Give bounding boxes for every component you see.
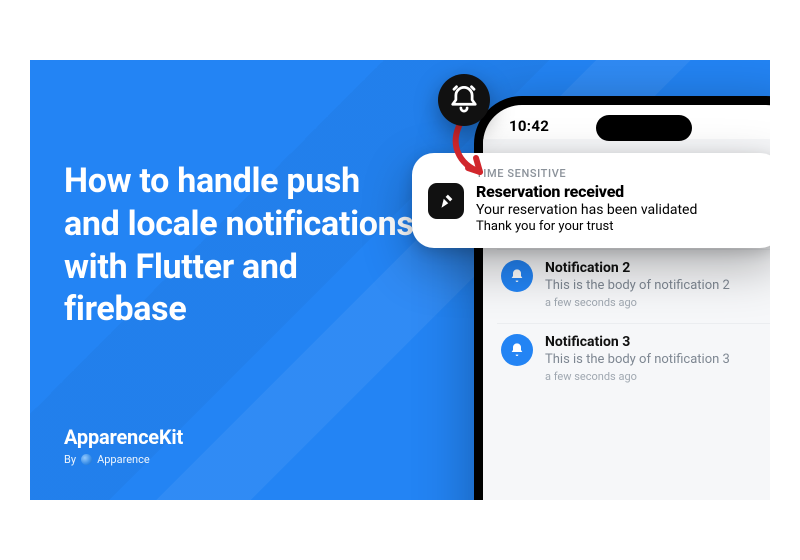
list-item[interactable]: Notification 3 This is the body of notif… — [497, 323, 770, 397]
notification-title: Notification 3 — [545, 334, 770, 350]
toast-footer: Thank you for your trust — [476, 219, 764, 234]
list-item[interactable]: Notification 2 This is the body of notif… — [497, 249, 770, 323]
toast-body: Your reservation has been validated — [476, 202, 764, 218]
notification-time: a few seconds ago — [545, 296, 770, 309]
brand-name: ApparenceKit — [64, 425, 183, 449]
toast-content: TIME SENSITIVE Reservation received Your… — [476, 167, 764, 234]
notification-time: a few seconds ago — [545, 370, 770, 383]
status-time: 10:42 — [509, 117, 549, 135]
push-notification-toast[interactable]: TIME SENSITIVE Reservation received Your… — [412, 153, 770, 248]
byline-prefix: By — [64, 453, 76, 466]
notification-body: This is the body of notification 2 — [545, 278, 770, 293]
bell-icon — [449, 83, 479, 117]
dynamic-island — [596, 115, 692, 141]
brand-logo-icon — [81, 454, 92, 465]
notification-app-icon — [501, 334, 533, 366]
notification-body: This is the body of notification 3 — [545, 352, 770, 367]
notification-title: Notification 2 — [545, 260, 770, 276]
toast-app-icon — [428, 183, 464, 219]
byline-name: Apparence — [97, 453, 150, 466]
bell-badge — [438, 74, 490, 126]
brand-block: ApparenceKit By Apparence — [64, 425, 183, 466]
toast-category: TIME SENSITIVE — [476, 167, 764, 180]
page-title: How to handle push and locale notificati… — [64, 160, 414, 331]
notification-texts: Notification 3 This is the body of notif… — [545, 334, 770, 383]
brand-byline: By Apparence — [64, 453, 183, 466]
toast-title: Reservation received — [476, 182, 764, 201]
hero-banner: How to handle push and locale notificati… — [30, 60, 770, 500]
notification-app-icon — [501, 260, 533, 292]
notification-texts: Notification 2 This is the body of notif… — [545, 260, 770, 309]
